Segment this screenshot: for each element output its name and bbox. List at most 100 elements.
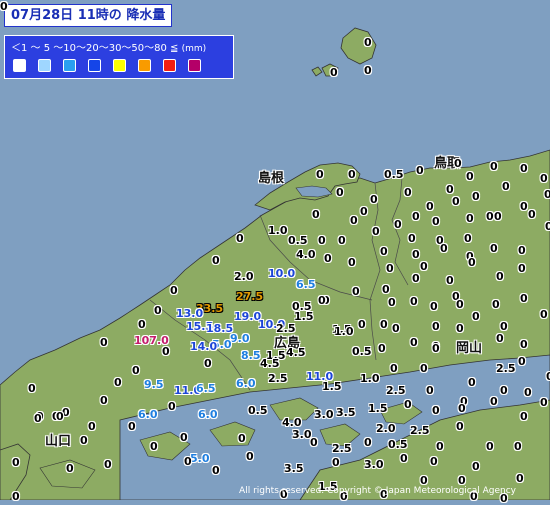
precipitation-value: 0 <box>162 345 170 358</box>
precipitation-value: 0 <box>138 318 146 331</box>
precipitation-value: 0 <box>316 168 324 181</box>
place-shimane: 島根 <box>258 171 285 186</box>
precipitation-value: 2.5 <box>276 322 296 335</box>
precipitation-value: 1.5 <box>294 310 314 323</box>
precipitation-value: 0 <box>472 190 480 203</box>
precipitation-value: 0 <box>318 234 326 247</box>
precipitation-value: 0 <box>184 455 192 468</box>
precipitation-value: 0 <box>100 336 108 349</box>
precipitation-value: 0 <box>432 404 440 417</box>
precipitation-value: 0 <box>392 322 400 335</box>
precipitation-value: 0 <box>332 456 340 469</box>
precipitation-value: 0 <box>540 172 548 185</box>
precipitation-value: 0 <box>524 386 532 399</box>
precipitation-legend: ＜1 ～ 5 ～10～20～30～50～80 ≦ (mm) <box>4 35 234 79</box>
precipitation-value: 6.0 <box>236 377 256 390</box>
precipitation-value: 0 <box>426 200 434 213</box>
precipitation-value: 0 <box>490 242 498 255</box>
precipitation-value: 0 <box>544 188 550 201</box>
precipitation-value: 0 <box>420 362 428 375</box>
precipitation-value: 0 <box>446 274 454 287</box>
precipitation-value: 13.0 <box>176 307 204 320</box>
precipitation-value: 0 <box>364 436 372 449</box>
precipitation-value: 0.5 <box>248 404 268 417</box>
precipitation-value: 0 <box>310 436 318 449</box>
precipitation-value: 0 <box>466 170 474 183</box>
precipitation-value: 0 <box>518 355 526 368</box>
precipitation-value: 0 <box>386 262 394 275</box>
precipitation-value: 0 <box>88 420 96 433</box>
precipitation-value: 0 <box>514 440 522 453</box>
precipitation-value: 6.0 <box>138 408 158 421</box>
precipitation-value: 0 <box>430 300 438 313</box>
precipitation-value: 9.5 <box>144 378 164 391</box>
precipitation-value: 0 <box>104 458 112 471</box>
precipitation-value: 0 <box>486 440 494 453</box>
precipitation-value: 0 <box>80 434 88 447</box>
precipitation-value: 0 <box>492 298 500 311</box>
precipitation-value: 0 <box>350 214 358 227</box>
precipitation-value: 0 <box>12 490 20 503</box>
precipitation-value: 1.0 <box>360 372 380 385</box>
precipitation-value: 0 <box>364 36 372 49</box>
precipitation-value: 0 <box>0 0 8 13</box>
precipitation-value: 0 <box>456 298 464 311</box>
precipitation-value: 0 <box>412 248 420 261</box>
precipitation-value: 0 <box>364 64 372 77</box>
precipitation-value: 0 <box>238 432 246 445</box>
precipitation-value: 0 <box>404 398 412 411</box>
precipitation-value: 9.0 <box>230 332 250 345</box>
precipitation-value: 0 <box>154 304 162 317</box>
precipitation-value: 0 <box>500 384 508 397</box>
precipitation-value: 0 <box>400 452 408 465</box>
precipitation-value: 0 <box>348 256 356 269</box>
precipitation-value: 2.5 <box>268 372 288 385</box>
precipitation-value: 0 <box>518 262 526 275</box>
precipitation-value: 0 <box>404 186 412 199</box>
legend-swatch <box>38 59 51 72</box>
precipitation-value: 1.5 <box>368 402 388 415</box>
precipitation-value: 0 <box>394 218 402 231</box>
precipitation-value: 0 <box>150 440 158 453</box>
precipitation-value: 0 <box>545 220 550 233</box>
precipitation-value: 1.5 <box>322 380 342 393</box>
precipitation-value: 0 <box>34 412 42 425</box>
legend-swatch <box>88 59 101 72</box>
precipitation-value: 0 <box>502 180 510 193</box>
legend-swatch <box>138 59 151 72</box>
precipitation-value: 0 <box>382 283 390 296</box>
precipitation-value: 0 <box>440 242 448 255</box>
precipitation-value: 0 <box>388 296 396 309</box>
precipitation-value: 0 <box>12 456 20 469</box>
precipitation-value: 4.5 <box>286 346 306 359</box>
precipitation-value: 0 <box>348 168 356 181</box>
precipitation-value: 0 <box>100 394 108 407</box>
precipitation-value: 0 <box>408 232 416 245</box>
precipitation-value: 0 <box>312 208 320 221</box>
precipitation-value: 0 <box>372 225 380 238</box>
precipitation-value: 0 <box>458 402 466 415</box>
precipitation-value: 0 <box>486 210 494 223</box>
precipitation-value: 0 <box>352 285 360 298</box>
precipitation-value: 4.5 <box>260 357 280 370</box>
precipitation-value: 0 <box>336 186 344 199</box>
precipitation-value: 0 <box>454 157 462 170</box>
precipitation-value: 2.0 <box>376 422 396 435</box>
precipitation-value: 0 <box>324 252 332 265</box>
precipitation-value: 0 <box>360 205 368 218</box>
precipitation-value: 0 <box>56 410 64 423</box>
precipitation-value: 0 <box>378 342 386 355</box>
precipitation-value: 1.0 <box>334 325 354 338</box>
precipitation-value: 0 <box>132 364 140 377</box>
precipitation-value: 3.0 <box>364 458 384 471</box>
precipitation-value: 0 <box>212 254 220 267</box>
precipitation-value: 6.5 <box>196 382 216 395</box>
precipitation-value: 0 <box>432 320 440 333</box>
precipitation-value: 0 <box>468 256 476 269</box>
precipitation-value: 2.5 <box>386 384 406 397</box>
precipitation-value: 14.0 <box>190 340 218 353</box>
precipitation-value: 10.0 <box>268 267 296 280</box>
legend-swatch <box>113 59 126 72</box>
place-okayama: 岡山 <box>456 341 483 356</box>
precipitation-value: 0 <box>520 200 528 213</box>
